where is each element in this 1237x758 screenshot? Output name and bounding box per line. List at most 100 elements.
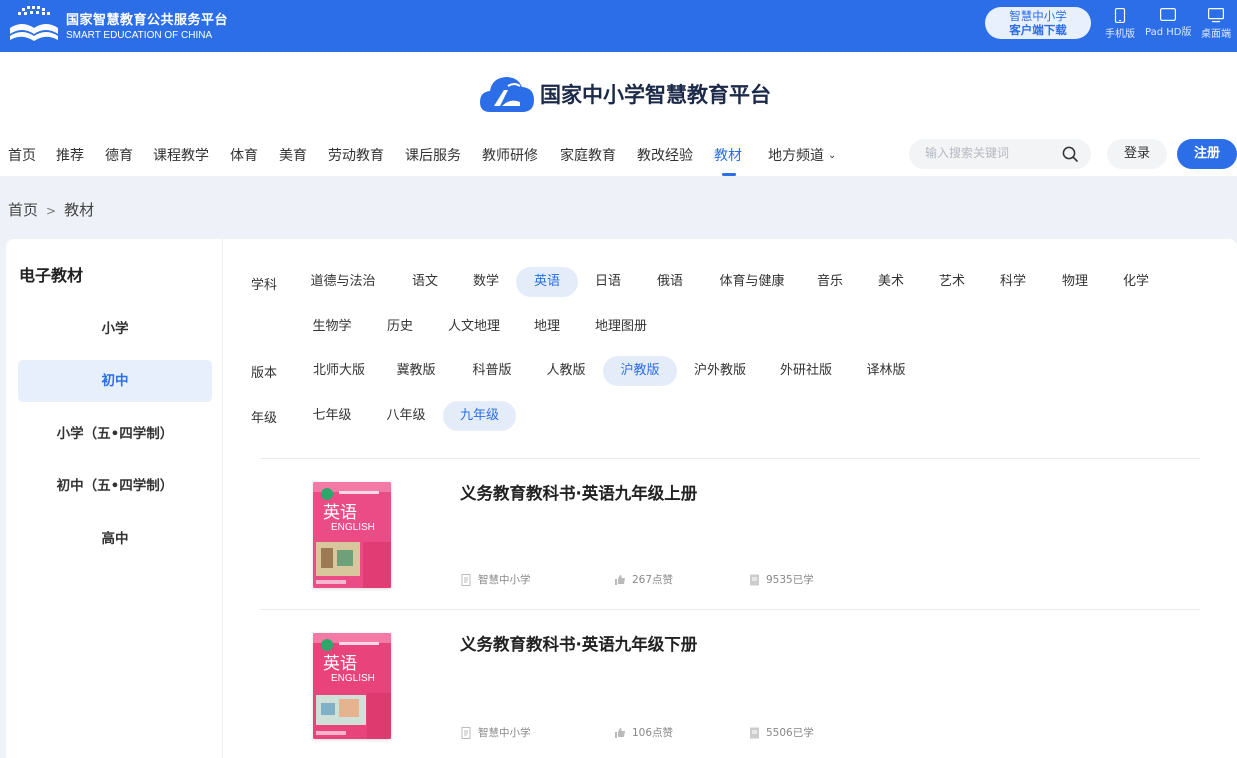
book-icon [750, 574, 759, 585]
download-line-2: 客户端下载 [1009, 23, 1067, 37]
book-likes-text: 267点赞 [632, 574, 674, 586]
login-button[interactable]: 登录 [1107, 139, 1167, 169]
device-phone[interactable]: 手机版 [1105, 8, 1135, 40]
subject-chip[interactable]: 物理 [1051, 267, 1099, 297]
brand[interactable]: 国家智慧教育公共服务平台 SMART EDUCATION OF CHINA [8, 6, 228, 44]
subject-chip[interactable]: 地理 [523, 312, 571, 342]
subject-chip[interactable]: 人文地理 [442, 312, 506, 342]
nav-item-teacher[interactable]: 教师研修 [482, 145, 538, 165]
edition-chip[interactable]: 人教版 [538, 356, 594, 386]
book-cover-subtitle: ENGLISH [331, 522, 375, 533]
device-desktop-label: 桌面端 [1201, 29, 1231, 40]
nav-item-reform[interactable]: 教改经验 [637, 145, 693, 165]
subject-chip[interactable]: 体育与健康 [710, 267, 794, 297]
book-learned-text: 5506已学 [766, 727, 814, 739]
grade-chip[interactable]: 八年级 [380, 401, 432, 431]
book-cover-title: 英语 [323, 503, 357, 523]
book-publisher: 智慧中小学 [461, 572, 531, 587]
subject-chip[interactable]: 历史 [376, 312, 424, 342]
nav-item-textbooks[interactable]: 教材 [714, 145, 742, 176]
subject-chip[interactable]: 道德与法治 [302, 267, 384, 297]
sidebar-item-junior-54[interactable]: 初中（五•四学制） [18, 465, 212, 507]
subject-chip[interactable]: 语文 [401, 267, 449, 297]
book-publisher-text: 智慧中小学 [478, 727, 531, 739]
nav-item-courses[interactable]: 课程教学 [153, 145, 209, 165]
subject-chip[interactable]: 地理图册 [589, 312, 653, 342]
edition-chip-active[interactable]: 沪教版 [603, 356, 677, 386]
nav-item-recommend[interactable]: 推荐 [56, 145, 84, 165]
edition-chip[interactable]: 冀教版 [390, 356, 442, 386]
phone-icon [1114, 8, 1126, 23]
device-tablet[interactable]: Pad HD版 [1145, 8, 1191, 38]
search-icon[interactable] [1062, 146, 1079, 163]
book-likes-text: 106点赞 [632, 727, 674, 739]
subject-chip[interactable]: 数学 [462, 267, 510, 297]
brand-name-en: SMART EDUCATION OF CHINA [66, 30, 213, 41]
device-phone-label: 手机版 [1105, 29, 1135, 40]
edition-chip[interactable]: 北师大版 [306, 356, 372, 386]
nav-item-afterschool[interactable]: 课后服务 [405, 145, 461, 165]
device-desktop[interactable]: 桌面端 [1201, 8, 1231, 40]
subject-chip[interactable]: 艺术 [928, 267, 976, 297]
edition-chip[interactable]: 外研社版 [772, 356, 840, 386]
grade-chip-active[interactable]: 九年级 [443, 401, 516, 431]
edition-chip[interactable]: 科普版 [464, 356, 520, 386]
subject-chip-active[interactable]: 英语 [516, 267, 578, 297]
subject-chip[interactable]: 日语 [584, 267, 632, 297]
nav-item-arts[interactable]: 美育 [279, 145, 307, 165]
book-cover[interactable]: 英语 ENGLISH [313, 482, 391, 588]
book-title[interactable]: 义务教育教科书·英语九年级上册 [460, 480, 697, 504]
book-cover-art: 英语 ENGLISH [313, 633, 391, 739]
search-input[interactable] [925, 146, 1055, 160]
nav-item-moral[interactable]: 德育 [105, 145, 133, 165]
tablet-icon [1160, 8, 1177, 21]
subject-chip[interactable]: 生物学 [306, 312, 358, 342]
download-line-1: 智慧中小学 [1009, 9, 1067, 23]
device-tablet-label: Pad HD版 [1145, 27, 1192, 38]
book-cover-title: 英语 [323, 654, 357, 674]
subject-chip[interactable]: 科学 [989, 267, 1037, 297]
register-button[interactable]: 注册 [1177, 139, 1237, 169]
breadcrumb-separator: > [46, 204, 57, 218]
nav-item-local[interactable]: 地方频道 ⌄ [768, 145, 836, 165]
sidebar: 电子教材 小学 初中 小学（五•四学制） 初中（五•四学制） 高中 [6, 239, 223, 758]
header: 国家中小学智慧教育平台 首页 推荐 德育 课程教学 体育 美育 劳动教育 课后服… [0, 52, 1237, 176]
sidebar-item-primary[interactable]: 小学 [18, 308, 212, 350]
book-cover[interactable]: 英语 ENGLISH [313, 633, 391, 739]
thumbs-up-icon [615, 575, 625, 585]
sidebar-title: 电子教材 [19, 266, 84, 285]
client-download-button[interactable]: 智慧中小学 客户端下载 [985, 7, 1091, 39]
sidebar-item-senior[interactable]: 高中 [18, 518, 212, 560]
book-likes: 267点赞 [614, 572, 673, 587]
edition-chip[interactable]: 译林版 [858, 356, 914, 386]
subject-chip[interactable]: 音乐 [806, 267, 854, 297]
book-learned: 5506已学 [749, 725, 814, 740]
cloud-book-logo-icon [480, 77, 534, 112]
sidebar-item-junior[interactable]: 初中 [18, 360, 212, 402]
grade-chip[interactable]: 七年级 [306, 401, 358, 431]
book-cover-subtitle: ENGLISH [331, 673, 375, 684]
book-cover-art: 英语 ENGLISH [313, 482, 391, 588]
book-publisher-text: 智慧中小学 [478, 574, 531, 586]
edition-label: 版本 [251, 366, 278, 381]
nav-item-sports[interactable]: 体育 [230, 145, 258, 165]
nav-item-home[interactable]: 首页 [8, 145, 36, 165]
subject-chip[interactable]: 化学 [1112, 267, 1160, 297]
book-title[interactable]: 义务教育教科书·英语九年级下册 [460, 631, 697, 655]
chevron-down-icon: ⌄ [828, 150, 837, 161]
nav-item-family[interactable]: 家庭教育 [560, 145, 616, 165]
book-likes: 106点赞 [614, 725, 673, 740]
desktop-icon [1208, 8, 1224, 23]
document-icon [461, 726, 471, 739]
nav-item-labor[interactable]: 劳动教育 [328, 145, 384, 165]
book-publisher: 智慧中小学 [461, 725, 531, 740]
sidebar-item-primary-54[interactable]: 小学（五•四学制） [18, 413, 212, 455]
search-box [909, 139, 1091, 169]
subject-chip[interactable]: 美术 [867, 267, 915, 297]
subject-chip[interactable]: 俄语 [646, 267, 694, 297]
platform-title: 国家中小学智慧教育平台 [540, 82, 771, 107]
edition-chip[interactable]: 沪外教版 [687, 356, 753, 386]
platform-logo[interactable]: 国家中小学智慧教育平台 [478, 72, 771, 116]
breadcrumb-home[interactable]: 首页 [8, 201, 38, 219]
thumbs-up-icon [615, 728, 625, 738]
